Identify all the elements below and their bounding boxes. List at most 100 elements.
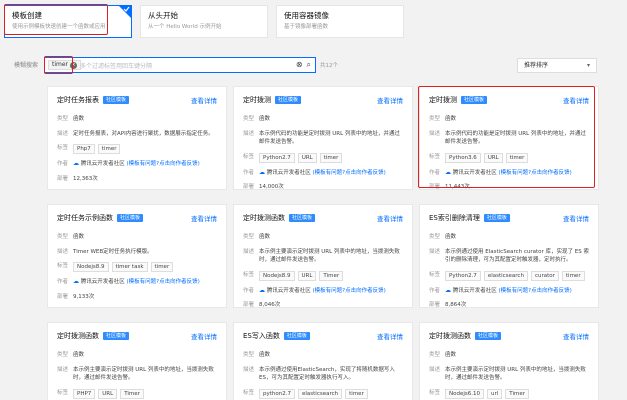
author-label: 作者 xyxy=(429,287,441,294)
tag-pill[interactable]: URL xyxy=(297,152,317,163)
tag-pill[interactable]: Nodejs8.9 xyxy=(73,262,109,272)
view-details-link[interactable]: 查看详情 xyxy=(563,331,589,341)
author-name: 腾讯云开发者社区 xyxy=(266,287,311,294)
search-icon[interactable]: ⌕ xyxy=(307,60,311,70)
tag-pill[interactable]: Python3.6 xyxy=(445,152,481,163)
type-value: 函数 xyxy=(259,352,271,358)
type-value: 函数 xyxy=(445,116,457,122)
filter-tag[interactable]: timer × xyxy=(48,60,82,70)
card-title: ES写入函数 xyxy=(243,331,280,340)
feedback-link[interactable]: (模板有问题?点击向作者反馈) xyxy=(499,170,572,176)
author-label: 作者 xyxy=(57,279,69,285)
tag-pill[interactable]: Php7 xyxy=(73,144,95,154)
view-details-link[interactable]: 查看详情 xyxy=(377,213,403,223)
tag-pill[interactable]: URL xyxy=(483,152,503,163)
feedback-link[interactable]: (模板有问题?点击向作者反馈) xyxy=(499,288,572,294)
tag-pill[interactable]: timer xyxy=(505,152,529,163)
deploy-label: 部署 xyxy=(243,184,255,190)
tag-pill[interactable]: Nodejs8.9 xyxy=(259,270,295,281)
author: ☁ 腾讯云开发者社区 (模板有问题?点击向作者反馈) xyxy=(445,287,589,296)
close-icon[interactable]: × xyxy=(70,61,78,69)
desc-label: 描述 xyxy=(57,130,69,137)
view-details-link[interactable]: 查看详情 xyxy=(563,95,589,105)
tag-pill[interactable]: PHP7 xyxy=(73,388,96,399)
type-label: 类型 xyxy=(429,352,441,358)
tags-label: 标签 xyxy=(243,153,255,160)
option-container-image[interactable]: 使用容器镜像 基于镜像部署函数 xyxy=(276,5,404,38)
filter-tag-label: timer xyxy=(52,61,69,68)
tag-pill[interactable]: elasticsearch xyxy=(298,388,343,399)
tag-pill[interactable]: elasticsearch xyxy=(483,270,528,281)
tag-pill[interactable]: URL xyxy=(297,270,317,281)
feedback-link[interactable]: (模板有问题?点击向作者反馈) xyxy=(127,161,200,167)
feedback-link[interactable]: (模板有问题?点击向作者反馈) xyxy=(313,170,386,176)
template-card[interactable]: 定时拨测函数 社区模板 查看详情 类型 函数 描述 本示例主要演示定时拨测 URL … xyxy=(47,322,227,400)
tag-pill[interactable]: Timer xyxy=(120,388,144,399)
view-details-link[interactable]: 查看详情 xyxy=(191,213,217,223)
deploy-count: 11,443次 xyxy=(445,184,470,190)
author-name: 腾讯云开发者社区 xyxy=(266,169,311,176)
view-details-link[interactable]: 查看详情 xyxy=(377,331,403,341)
tag-pill[interactable]: timer xyxy=(150,262,174,272)
clear-icon[interactable]: ⊗ xyxy=(296,60,303,70)
community-badge: 社区模板 xyxy=(483,213,510,222)
community-badge: 社区模板 xyxy=(103,331,130,340)
template-card[interactable]: 定时拨测 社区模板 查看详情 类型 函数 描述 本示例代码的功能是定时拨测 URL … xyxy=(233,86,413,190)
tag-pill[interactable]: python2.7 xyxy=(259,388,295,399)
chevron-down-icon: ▾ xyxy=(586,62,590,69)
template-card[interactable]: ES索引删除清理 社区模板 查看详情 类型 函数 描述 本示例通过使用 Elasti… xyxy=(419,204,599,308)
view-details-link[interactable]: 查看详情 xyxy=(191,331,217,341)
sort-select[interactable]: 推荐排序 ▾ xyxy=(517,58,597,73)
description: Timer WEB定时任务执行模版。 xyxy=(73,248,153,255)
description: 本示例通过使用ElasticSearch，实现了将随机数据写入 ES，可为其配置… xyxy=(259,366,395,382)
feedback-link[interactable]: (模板有问题?点击向作者反馈) xyxy=(313,288,386,294)
search-input[interactable]: timer × 多个过滤标签用回车键分隔 ⊗ ⌕ xyxy=(44,57,316,73)
deploy-label: 部署 xyxy=(57,175,69,182)
view-details-link[interactable]: 查看详情 xyxy=(377,95,403,105)
tag-pill[interactable]: timer xyxy=(345,388,368,399)
tags-label: 标签 xyxy=(57,389,69,396)
card-title: 定时拨测 xyxy=(243,95,271,104)
tag-pill[interactable]: timer xyxy=(561,270,585,281)
author-name: 腾讯云开发者社区 xyxy=(452,287,497,294)
tag-pill[interactable]: timer task xyxy=(111,262,148,272)
tag-pill[interactable]: Timer xyxy=(319,270,344,281)
tag-pill[interactable]: Timer xyxy=(505,388,530,399)
deploy-label: 部署 xyxy=(57,293,69,300)
type-value: 函数 xyxy=(445,234,457,240)
tag-pill[interactable]: timer xyxy=(97,144,121,154)
tag-pill[interactable]: curator xyxy=(530,270,559,281)
option-from-scratch[interactable]: 从头开始 从一个 Hello World 示例开始 xyxy=(140,5,268,38)
tag-pill[interactable]: Python2.7 xyxy=(445,270,481,281)
description: 本示例通过使用 ElasticSearch curator 库，实现了 ES 索… xyxy=(445,248,589,264)
community-badge: 社区模板 xyxy=(275,95,302,104)
option-template-create[interactable]: 模板创建 使用示例模板快速创建一个函数或应用 xyxy=(4,5,132,38)
type-value: 函数 xyxy=(259,234,271,240)
tag-list: Nodejs8.9 timer task timer xyxy=(73,262,217,272)
tag-pill[interactable]: Python2.7 xyxy=(259,152,295,163)
tag-pill[interactable]: URL xyxy=(98,388,118,399)
template-card[interactable]: 定时拨测 社区模板 查看详情 类型 函数 描述 本示例代码的功能是定时拨测 URL … xyxy=(419,86,599,190)
description: 本示例主要演示定时拨测 URL 列表中的地址，当拨测失败时，通过邮件发送告警。 xyxy=(73,366,214,382)
author: ☁ 腾讯云开发者社区 (模板有问题?点击向作者反馈) xyxy=(445,169,589,178)
template-card[interactable]: 定时拨测函数 社区模板 查看详情 类型 函数 描述 本示例主要演示定时拨测 URL … xyxy=(233,204,413,308)
tag-pill[interactable]: Nodejs6.10 xyxy=(445,388,484,399)
template-card[interactable]: 定时任务报表 社区模板 查看详情 类型 函数 描述 定时任务报表，对API内容进行聚… xyxy=(47,86,227,190)
deploy-count: 8,864次 xyxy=(445,302,467,308)
tag-list: Php7 timer xyxy=(73,144,217,154)
template-card[interactable]: 定时拨测函数 社区模板 查看详情 类型 函数 描述 本示例主要演示定时拨测 URL … xyxy=(419,322,599,400)
tag-pill[interactable]: timer xyxy=(319,152,343,163)
tag-pill[interactable]: url xyxy=(487,388,503,399)
template-card[interactable]: ES写入函数 社区模板 查看详情 类型 函数 描述 本示例通过使用ElasticSe… xyxy=(233,322,413,400)
type-value: 函数 xyxy=(73,116,85,122)
card-title: 定时拨测 xyxy=(429,95,457,104)
view-details-link[interactable]: 查看详情 xyxy=(191,95,217,105)
card-title: 定时拨测函数 xyxy=(243,213,285,222)
card-title: 定时任务示例函数 xyxy=(57,213,113,222)
template-card[interactable]: 定时任务示例函数 社区模板 查看详情 类型 函数 描述 Timer WEB定时任务执… xyxy=(47,204,227,308)
type-label: 类型 xyxy=(429,234,441,240)
feedback-link[interactable]: (模板有问题?点击向作者反馈) xyxy=(127,279,200,285)
view-details-link[interactable]: 查看详情 xyxy=(563,213,589,223)
filter-label: 模糊搜索 xyxy=(14,62,39,69)
description: 本示例代码的功能是定时拨测 URL 列表中的地址，并通过邮件发送告警。 xyxy=(445,130,586,146)
